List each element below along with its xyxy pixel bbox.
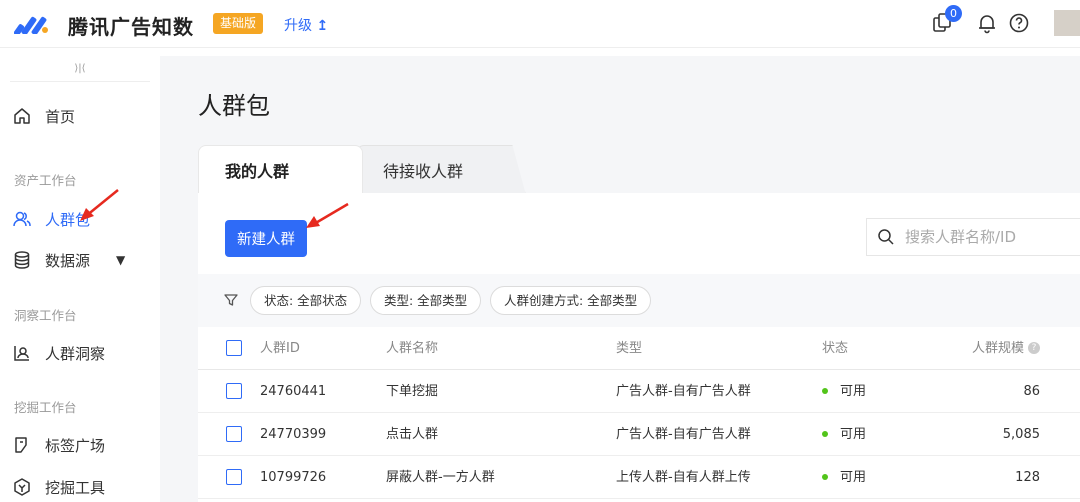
upgrade-label: 升级 — [284, 18, 312, 34]
sidebar-item-label: 首页 — [45, 107, 76, 126]
sidebar-item-label: 数据源 — [45, 251, 91, 270]
cell-status: 可用 — [822, 413, 866, 456]
audience-panel: 新建人群 状态: 全部状态 类型: 全部类型 人群创建方式: 全部类型 人群ID… — [198, 193, 1080, 502]
table-row[interactable]: 24760441 下单挖掘 广告人群-自有广告人群 可用 86 — [198, 370, 1080, 413]
sidebar-item-tag-square[interactable]: 标签广场 — [12, 433, 105, 457]
filter-icon[interactable] — [223, 292, 239, 308]
sidebar-item-mining-tools[interactable]: 挖掘工具 — [12, 475, 105, 499]
page-title: 人群包 — [198, 92, 270, 120]
caret-down-icon: ▼ — [116, 253, 126, 267]
audience-table: 人群ID 人群名称 类型 状态 人群规模? 24760441 下单挖掘 广告人群… — [198, 327, 1080, 499]
sidebar-item-label: 挖掘工具 — [45, 478, 106, 497]
column-header-status[interactable]: 状态 — [822, 327, 848, 370]
select-all-checkbox[interactable] — [226, 340, 242, 356]
cell-size: 128 — [1015, 470, 1040, 485]
filter-chip-creation-method[interactable]: 人群创建方式: 全部类型 — [490, 286, 652, 315]
status-dot-icon — [822, 473, 828, 480]
filter-chip-status[interactable]: 状态: 全部状态 — [250, 286, 362, 315]
question-icon[interactable]: ? — [1028, 341, 1040, 354]
sidebar-item-home[interactable]: 首页 — [12, 104, 75, 128]
notification-count-badge: 0 — [945, 5, 962, 22]
tab-bar: 待接收人群 我的人群 — [198, 145, 1080, 195]
bell-icon[interactable] — [976, 12, 998, 34]
cell-type: 广告人群-自有广告人群 — [616, 384, 751, 399]
top-header: 腾讯广告知数 基础版 升级 ↥ 0 — [0, 0, 1080, 48]
status-text: 可用 — [840, 384, 867, 399]
app-title: 腾讯广告知数 — [68, 15, 194, 39]
status-dot-icon — [822, 430, 828, 437]
upgrade-link[interactable]: 升级 ↥ — [284, 15, 328, 35]
search-icon — [878, 229, 894, 245]
section-label-assets: 资产工作台 — [14, 173, 77, 188]
cell-name[interactable]: 屏蔽人群-一方人群 — [386, 456, 495, 499]
upgrade-arrow-icon: ↥ — [316, 18, 329, 34]
cell-name[interactable]: 点击人群 — [386, 413, 438, 456]
sidebar-item-label: 人群洞察 — [45, 344, 106, 363]
cell-id: 24770399 — [260, 427, 327, 442]
status-text: 可用 — [840, 427, 867, 442]
edition-badge: 基础版 — [213, 13, 264, 34]
people-icon — [13, 211, 31, 227]
row-checkbox[interactable] — [226, 469, 242, 485]
column-header-size-label: 人群规模 — [971, 341, 1024, 356]
sidebar-item-audience-pack[interactable]: 人群包 — [12, 207, 90, 231]
sidebar-item-label: 标签广场 — [45, 436, 106, 455]
tab-pending-audience[interactable]: 待接收人群 — [356, 145, 526, 195]
filter-chip-type[interactable]: 类型: 全部类型 — [370, 286, 482, 315]
tab-my-audience[interactable]: 我的人群 — [198, 145, 363, 195]
cell-type: 上传人群-自有人群上传 — [616, 470, 751, 485]
search-box — [866, 218, 1080, 256]
sidebar-item-data-source[interactable]: 数据源 ▼ — [12, 248, 125, 272]
insight-icon — [14, 346, 29, 361]
cell-status: 可用 — [822, 370, 866, 413]
help-icon[interactable] — [1008, 12, 1030, 34]
tag-icon — [15, 437, 27, 453]
new-audience-button[interactable]: 新建人群 — [225, 220, 307, 257]
database-icon — [14, 251, 30, 269]
cell-status: 可用 — [822, 456, 866, 499]
main-content: 人群包 待接收人群 我的人群 新建人群 状态: 全部状态 类型: 全部类型 人群… — [160, 56, 1080, 502]
cell-name[interactable]: 下单挖掘 — [386, 370, 438, 413]
row-checkbox[interactable] — [226, 383, 242, 399]
status-text: 可用 — [840, 470, 867, 485]
table-header-row: 人群ID 人群名称 类型 状态 人群规模? — [198, 327, 1080, 370]
sidebar-collapse-toggle[interactable]: ⟩|⟨ — [10, 62, 150, 82]
user-avatar[interactable] — [1054, 10, 1080, 36]
sidebar-item-label: 人群包 — [45, 210, 91, 229]
home-icon — [14, 108, 30, 124]
section-label-mining: 挖掘工作台 — [14, 400, 77, 415]
column-header-name[interactable]: 人群名称 — [386, 327, 438, 370]
mining-icon — [14, 478, 30, 496]
cell-size: 5,085 — [1002, 427, 1040, 442]
sidebar: ⟩|⟨ 首页 资产工作台 人群包 数据源 ▼ 洞察工作台 人群洞察 挖掘工作台 — [0, 56, 160, 502]
row-checkbox[interactable] — [226, 426, 242, 442]
brand-logo-icon — [14, 16, 48, 34]
section-label-insight: 洞察工作台 — [14, 308, 77, 323]
column-header-type[interactable]: 类型 — [616, 327, 642, 370]
column-header-size[interactable]: 人群规模? — [972, 327, 1040, 370]
table-row[interactable]: 24770399 点击人群 广告人群-自有广告人群 可用 5,085 — [198, 413, 1080, 456]
status-dot-icon — [822, 387, 828, 394]
search-input[interactable] — [905, 228, 1075, 246]
sidebar-item-audience-insight[interactable]: 人群洞察 — [12, 341, 105, 365]
cell-id: 24760441 — [260, 384, 327, 399]
table-row[interactable]: 10799726 屏蔽人群-一方人群 上传人群-自有人群上传 可用 128 — [198, 456, 1080, 499]
cell-id: 10799726 — [260, 470, 327, 485]
column-header-id[interactable]: 人群ID — [260, 327, 300, 370]
cell-size: 86 — [1023, 384, 1040, 399]
cell-type: 广告人群-自有广告人群 — [616, 427, 751, 442]
filter-bar: 状态: 全部状态 类型: 全部类型 人群创建方式: 全部类型 — [198, 274, 1080, 327]
